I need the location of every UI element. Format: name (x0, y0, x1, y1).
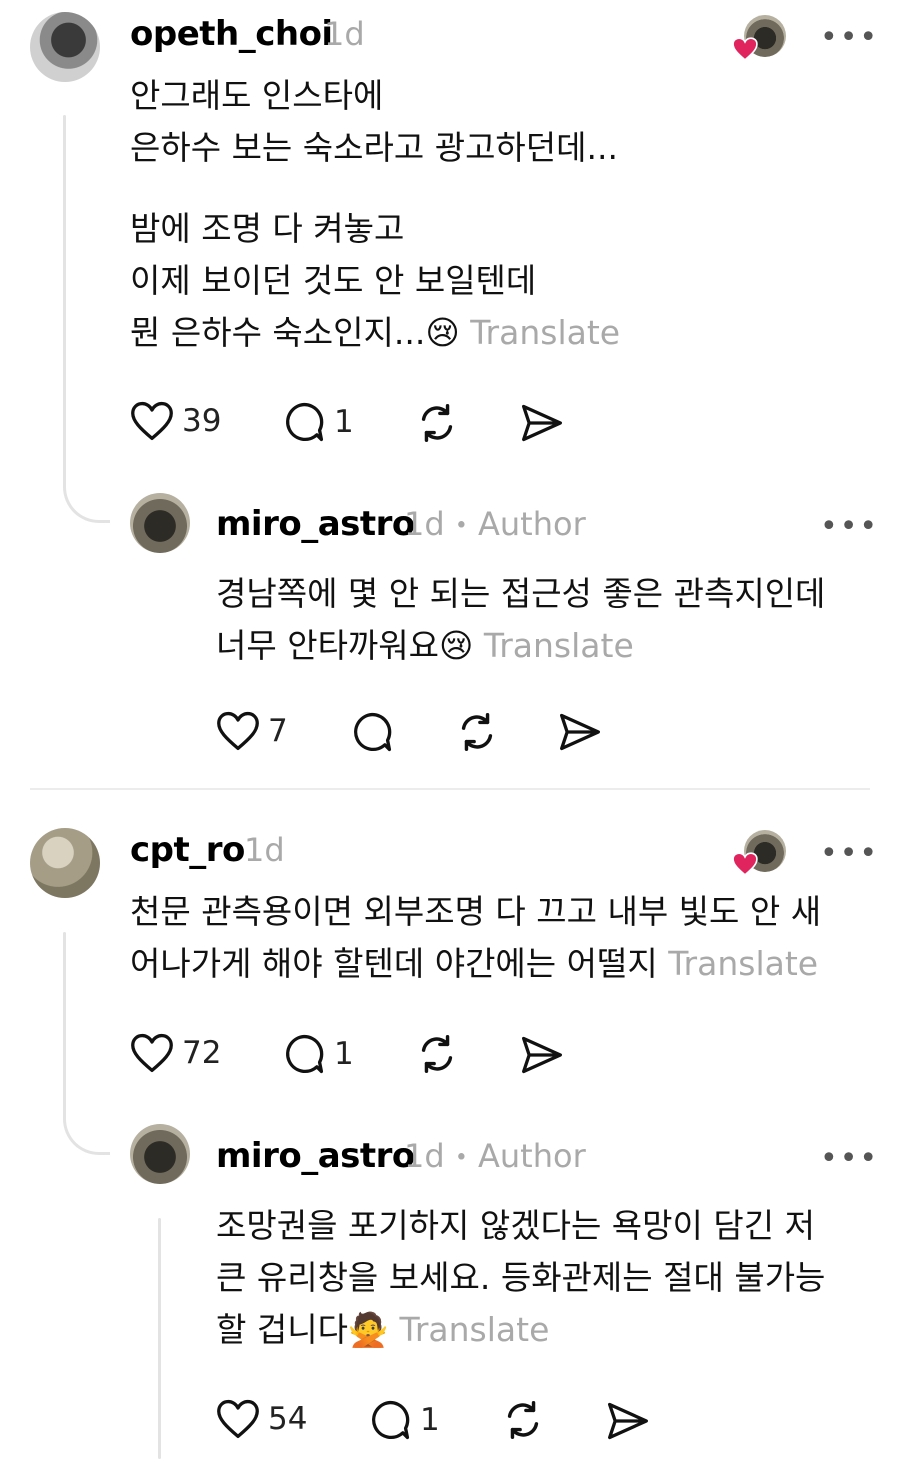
timestamp: 1d (244, 831, 285, 869)
author-liked-badge (732, 830, 788, 878)
reply-count: 1 (420, 1402, 440, 1438)
timestamp: 1d (404, 505, 445, 543)
like-count: 72 (182, 1035, 222, 1071)
comment-bubble-icon (286, 402, 324, 442)
username[interactable]: miro_astro (216, 1136, 415, 1176)
share-button[interactable] (606, 1400, 650, 1442)
heart-outline-icon (131, 401, 173, 441)
comment-line: 뭔 은하수 숙소인지...😢 (130, 313, 460, 352)
reply-button[interactable] (350, 710, 394, 754)
thread-connector (63, 440, 110, 523)
like-button[interactable]: 54 (216, 1398, 307, 1440)
comment-line: 천문 관측용이면 외부조명 다 끄고 내부 빛도 안 새 (130, 892, 822, 931)
repost-button[interactable] (454, 709, 500, 755)
like-count: 7 (268, 713, 288, 749)
reply-button[interactable]: 1 (368, 1398, 440, 1442)
comment-line: 할 겁니다🙅 (216, 1310, 390, 1349)
heart-outline-icon (131, 1033, 173, 1073)
thread-line (63, 115, 66, 455)
reply-button[interactable]: 1 (282, 1032, 354, 1076)
timestamp: 1d (404, 1137, 445, 1175)
author-badge: Author (478, 505, 586, 543)
comment-line: 은하수 보는 숙소라고 광고하던데... (130, 128, 618, 167)
comment-bubble-icon (354, 712, 392, 752)
heart-outline-icon (217, 1399, 259, 1439)
more-menu-icon[interactable]: ••• (820, 836, 879, 871)
repost-icon (421, 1035, 453, 1073)
reply-meta: 1d • Author (404, 1137, 586, 1175)
comment-line: 어나가게 해야 할텐데 야간에는 어떨지 (130, 944, 658, 983)
more-menu-icon[interactable]: ••• (820, 20, 879, 55)
avatar[interactable] (30, 12, 100, 82)
reply-count: 1 (334, 1036, 354, 1072)
more-menu-icon[interactable]: ••• (820, 1141, 879, 1176)
username[interactable]: opeth_choi (130, 14, 333, 54)
like-count: 39 (182, 403, 222, 439)
send-icon (522, 1036, 562, 1074)
thread-line (63, 932, 66, 1082)
separator-dot: • (454, 1145, 468, 1171)
comment-line: 조망권을 포기하지 않겠다는 욕망이 담긴 저 (216, 1206, 815, 1245)
repost-button[interactable] (414, 400, 460, 446)
avatar[interactable] (30, 828, 100, 898)
share-button[interactable] (520, 1034, 564, 1076)
comment-bubble-icon (372, 1400, 410, 1440)
repost-button[interactable] (414, 1031, 460, 1077)
send-icon (522, 404, 562, 442)
username[interactable]: cpt_ro (130, 830, 245, 870)
comment-line: 안그래도 인스타에 (130, 76, 384, 115)
reply-meta: 1d • Author (404, 505, 586, 543)
comment-bubble-icon (286, 1034, 324, 1074)
separator-dot: • (454, 513, 468, 539)
comment-line: 너무 안타까워요😢 (216, 626, 474, 665)
translate-link[interactable]: Translate (668, 944, 818, 983)
more-menu-icon[interactable]: ••• (820, 509, 879, 544)
share-button[interactable] (558, 711, 602, 753)
heart-outline-icon (217, 711, 259, 751)
like-button[interactable]: 72 (130, 1032, 221, 1074)
comment-body: 조망권을 포기하지 않겠다는 욕망이 담긴 저 큰 유리창을 보세요. 등화관제… (216, 1200, 825, 1356)
comment-body: 경남쪽에 몇 안 되는 접근성 좋은 관측지인데 너무 안타까워요😢 Trans… (216, 568, 825, 672)
comment-line: 이제 보이던 것도 안 보일텐데 (130, 261, 537, 300)
author-liked-badge (732, 15, 788, 63)
thread-line (158, 1218, 161, 1459)
comment-body: 천문 관측용이면 외부조명 다 끄고 내부 빛도 안 새 어나가게 해야 할텐데… (130, 886, 821, 990)
comment-line: 밤에 조명 다 켜놓고 (130, 209, 405, 248)
translate-link[interactable]: Translate (470, 313, 620, 352)
comment-line: 큰 유리창을 보세요. 등화관제는 절대 불가능 (216, 1258, 826, 1297)
avatar[interactable] (130, 493, 190, 553)
reply-button[interactable]: 1 (282, 400, 354, 444)
comment-body: 안그래도 인스타에 은하수 보는 숙소라고 광고하던데... (130, 70, 618, 174)
heart-icon (732, 37, 758, 61)
username[interactable]: miro_astro (216, 504, 415, 544)
repost-icon (421, 404, 453, 442)
comment-body: 밤에 조명 다 켜놓고 이제 보이던 것도 안 보일텐데 뭔 은하수 숙소인지.… (130, 203, 620, 359)
heart-icon (732, 852, 758, 876)
reply-count: 1 (334, 404, 354, 440)
comment-line: 경남쪽에 몇 안 되는 접근성 좋은 관측지인데 (216, 574, 826, 613)
thread-connector (63, 1070, 110, 1155)
comment-divider (30, 788, 870, 790)
avatar[interactable] (130, 1124, 190, 1184)
repost-button[interactable] (500, 1397, 546, 1443)
repost-icon (461, 713, 493, 751)
like-button[interactable]: 7 (216, 710, 288, 752)
translate-link[interactable]: Translate (400, 1310, 550, 1349)
repost-icon (507, 1401, 539, 1439)
send-icon (560, 713, 600, 751)
timestamp: 1d (324, 15, 365, 53)
translate-link[interactable]: Translate (484, 626, 634, 665)
like-button[interactable]: 39 (130, 400, 221, 442)
send-icon (608, 1402, 648, 1440)
share-button[interactable] (520, 402, 564, 444)
author-badge: Author (478, 1137, 586, 1175)
like-count: 54 (268, 1401, 308, 1437)
